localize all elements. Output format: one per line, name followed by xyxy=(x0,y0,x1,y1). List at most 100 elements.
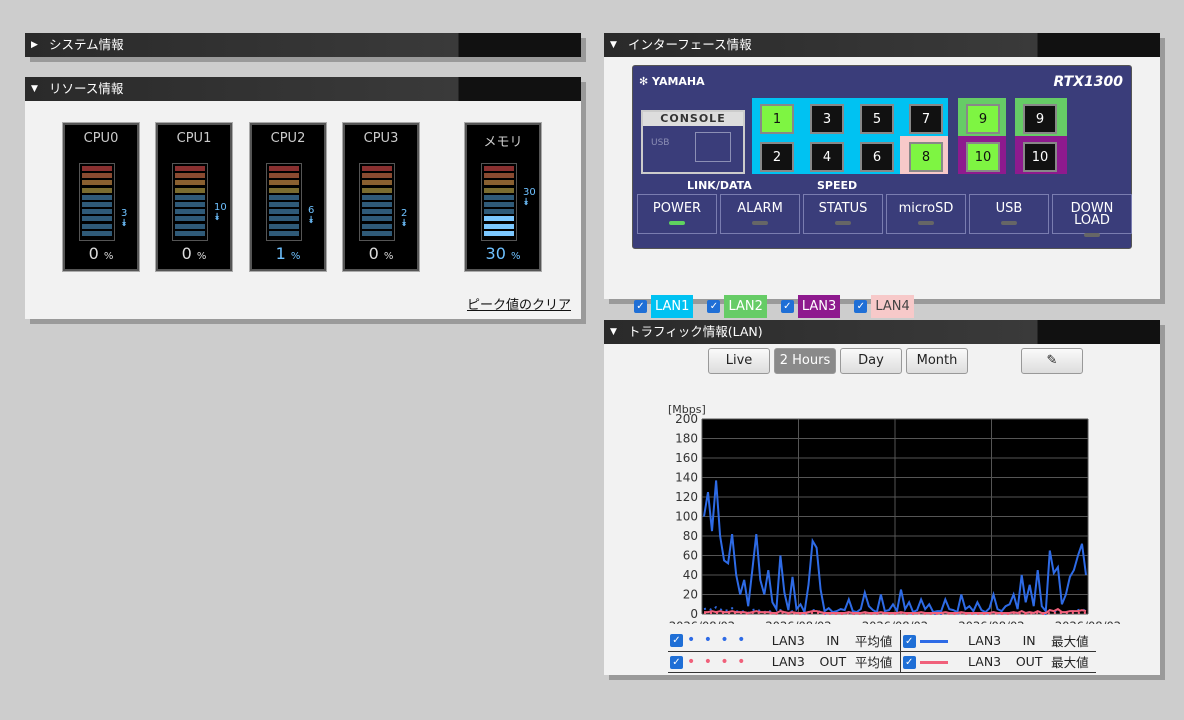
led-icon xyxy=(918,221,934,225)
meter-segment xyxy=(175,166,205,171)
meter-segment xyxy=(82,194,112,200)
range-Day[interactable]: Day xyxy=(840,348,902,374)
meter-segment xyxy=(269,180,299,186)
led-icon xyxy=(1084,233,1100,237)
meter-segment xyxy=(269,216,299,222)
meter-segment xyxy=(362,201,392,207)
meter-value: 30 % xyxy=(485,244,521,263)
meter-segment xyxy=(484,187,514,193)
lan-toggle-LAN4[interactable]: ✓ LAN4 xyxy=(854,295,914,318)
meter-value: 0 % xyxy=(368,244,394,263)
legend-line-icon xyxy=(919,661,948,664)
meter-segment xyxy=(484,223,514,229)
legend-iface: LAN3 xyxy=(968,654,1002,669)
traffic-panel-header[interactable]: ▼ トラフィック情報(LAN) xyxy=(604,320,1160,344)
clear-peak-link[interactable]: ピーク値のクリア xyxy=(467,294,571,313)
meter-segment xyxy=(82,166,112,171)
link-data-label: LINK/DATA xyxy=(687,179,752,192)
meter-segment xyxy=(82,209,112,215)
checkbox-icon[interactable]: ✓ xyxy=(707,300,721,313)
meter-segment xyxy=(362,209,392,215)
legend-dots-icon: • • • • xyxy=(686,632,748,649)
y-tick-label: 120 xyxy=(675,490,698,504)
legend-line-icon xyxy=(919,639,948,643)
meter-segment xyxy=(484,216,514,222)
meter-label: CPU1 xyxy=(176,131,212,146)
resource-panel: ▼ リソース情報 CPU0 3 ⯯ 0 % CPU1 10 ⯯ 0 % CPU2 6 ⯯ 1 % CPU3… xyxy=(25,77,581,319)
resource-meters: CPU0 3 ⯯ 0 % CPU1 10 ⯯ 0 % CPU2 6 ⯯ 1 % CPU3 2 ⯯ 0 % メモリ… xyxy=(25,101,581,319)
checkbox-icon[interactable]: ✓ xyxy=(854,300,868,313)
system-panel-header[interactable]: ▶ システム情報 xyxy=(25,33,581,57)
meter-CPU2: CPU2 6 ⯯ 1 % xyxy=(249,122,327,272)
range-Live[interactable]: Live xyxy=(708,348,770,374)
legend-checkbox[interactable]: ✓ xyxy=(670,634,683,648)
time-range-buttons: Live 2 Hours Day Month xyxy=(708,348,968,374)
front-button-ALARM: ALARM xyxy=(720,194,800,234)
meter-segment xyxy=(82,216,112,222)
lan-toggle-LAN2[interactable]: ✓ LAN2 xyxy=(707,295,767,318)
interface-panel-title: インターフェース情報 xyxy=(628,37,752,52)
speed-label: SPEED xyxy=(817,179,858,192)
lan-toggle-LAN1[interactable]: ✓ LAN1 xyxy=(634,295,694,318)
meter-segment xyxy=(362,223,392,229)
edit-button[interactable]: ✎ xyxy=(1021,348,1083,374)
range-Month[interactable]: Month xyxy=(906,348,968,374)
legend-kind: 平均値 xyxy=(854,655,893,670)
port-10[interactable]: 10 xyxy=(1023,142,1057,172)
meter-value: 0 % xyxy=(181,244,207,263)
meter-segment xyxy=(175,209,205,215)
port-6[interactable]: 6 xyxy=(860,142,894,172)
legend-checkbox[interactable]: ✓ xyxy=(902,656,916,669)
meter-bars xyxy=(481,163,517,241)
meter-segment xyxy=(175,201,205,207)
console-port-box: CONSOLE USB xyxy=(641,110,745,174)
meter-segment xyxy=(269,209,299,215)
port-2[interactable]: 2 xyxy=(760,142,794,172)
port-7[interactable]: 7 xyxy=(909,104,943,134)
checkbox-icon[interactable]: ✓ xyxy=(780,300,794,313)
legend-iface: LAN3 xyxy=(771,654,805,669)
meter-segment xyxy=(362,173,392,179)
port-5[interactable]: 5 xyxy=(860,104,894,134)
port-4[interactable]: 4 xyxy=(810,142,844,172)
console-port-icon xyxy=(695,132,731,162)
resource-panel-header[interactable]: ▼ リソース情報 xyxy=(25,77,581,101)
legend-kind: 最大値 xyxy=(1051,633,1089,649)
front-button-label: USB xyxy=(995,201,1023,216)
port-8[interactable]: 8 xyxy=(909,142,943,172)
meter-segment xyxy=(362,194,392,200)
port-9[interactable]: 9 xyxy=(1023,104,1057,134)
checkbox-icon[interactable]: ✓ xyxy=(634,300,647,313)
console-label: CONSOLE xyxy=(643,112,743,126)
meter-segment xyxy=(175,173,205,179)
port-9[interactable]: 9 xyxy=(966,104,1000,134)
front-button-label: POWER xyxy=(652,201,702,216)
port-3[interactable]: 3 xyxy=(810,104,844,134)
meter-bars xyxy=(79,163,115,241)
port-1[interactable]: 1 xyxy=(760,104,794,134)
meter-segment xyxy=(269,187,299,193)
meter-peak: 6 ⯯ xyxy=(308,205,315,227)
x-tick-label: 2026/08/02 xyxy=(1055,619,1121,624)
range-2-Hours[interactable]: 2 Hours xyxy=(774,348,836,374)
legend-iface: LAN3 xyxy=(968,632,1002,648)
meter-peak: 10 ⯯ xyxy=(214,202,227,224)
lan-label: LAN1 xyxy=(651,295,694,318)
x-tick-label: 2026/08/02 xyxy=(958,619,1024,624)
meter-segment xyxy=(484,180,514,186)
y-tick-label: 40 xyxy=(683,568,698,582)
y-tick-label: 100 xyxy=(675,510,698,524)
legend-dots-icon: • • • • xyxy=(686,653,748,670)
meter-label: CPU3 xyxy=(363,131,399,146)
legend-dir: IN xyxy=(826,632,840,648)
legend-dir: OUT xyxy=(1015,654,1043,669)
interface-panel-header[interactable]: ▼ インターフェース情報 xyxy=(604,33,1160,57)
lan-toggle-LAN3[interactable]: ✓ LAN3 xyxy=(780,295,841,318)
port-10[interactable]: 10 xyxy=(966,142,1000,172)
meter-segment xyxy=(269,173,299,179)
meter-segment xyxy=(362,230,392,236)
meter-segment xyxy=(269,223,299,229)
legend-checkbox[interactable]: ✓ xyxy=(670,655,683,669)
collapse-icon: ▼ xyxy=(31,84,38,94)
legend-checkbox[interactable]: ✓ xyxy=(902,634,916,648)
